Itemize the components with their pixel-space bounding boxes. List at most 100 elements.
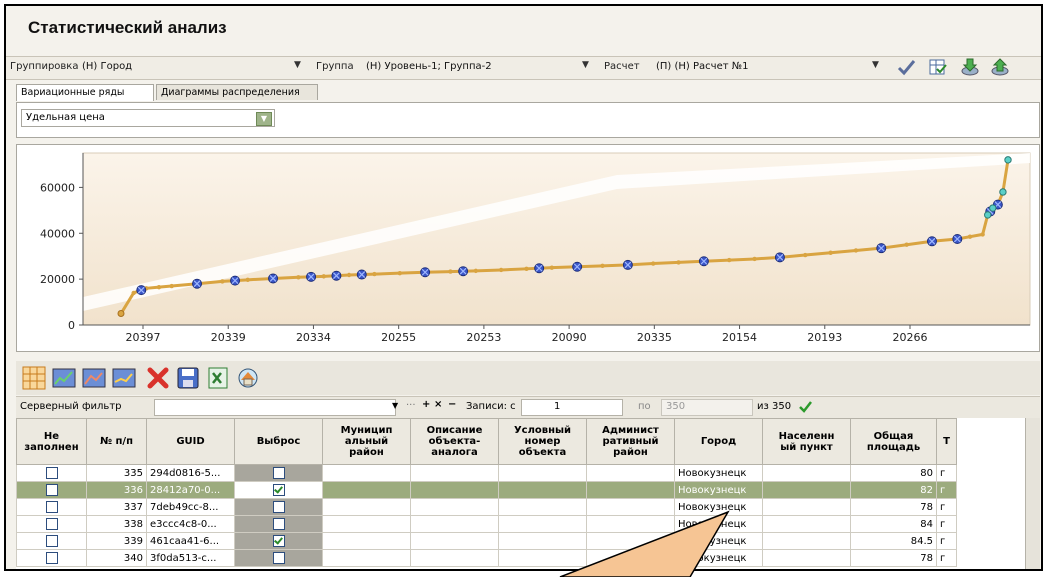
table-cell[interactable] bbox=[234, 532, 323, 550]
col-analog-description-header[interactable]: Описание объекта-аналога bbox=[410, 418, 499, 465]
table-cell[interactable] bbox=[586, 532, 675, 550]
row-t[interactable]: г bbox=[936, 549, 957, 567]
table-cell[interactable] bbox=[762, 464, 851, 482]
col-number-header[interactable]: № п/п bbox=[86, 418, 147, 465]
table-view-icon[interactable] bbox=[22, 366, 46, 390]
table-cell[interactable] bbox=[498, 515, 587, 533]
outlier-checkbox[interactable] bbox=[272, 535, 285, 547]
map-view-icon[interactable] bbox=[236, 366, 260, 390]
table-cell[interactable] bbox=[586, 498, 675, 516]
row-number[interactable]: 338 bbox=[86, 515, 147, 533]
table-cell[interactable] bbox=[586, 549, 675, 567]
outlier-checkbox[interactable] bbox=[272, 518, 285, 530]
col-outlier-header[interactable]: Выброс bbox=[234, 418, 323, 465]
table-cell[interactable] bbox=[16, 464, 87, 482]
row-city[interactable]: Новокузнецк bbox=[674, 515, 763, 533]
table-cell[interactable] bbox=[234, 515, 323, 533]
outlier-checkbox[interactable] bbox=[272, 552, 285, 564]
row-number[interactable]: 335 bbox=[86, 464, 147, 482]
row-t[interactable]: г bbox=[936, 532, 957, 550]
row-number[interactable]: 339 bbox=[86, 532, 147, 550]
table-cell[interactable] bbox=[498, 498, 587, 516]
row-area[interactable]: 84.5 bbox=[850, 532, 937, 550]
row-guid[interactable]: 28412a70-0... bbox=[146, 481, 235, 499]
records-apply-check-icon[interactable] bbox=[798, 399, 812, 413]
not-filled-checkbox[interactable] bbox=[45, 484, 58, 496]
group-dropdown-icon[interactable]: ▼ bbox=[582, 60, 589, 70]
grouping-dropdown-icon[interactable]: ▼ bbox=[294, 60, 301, 70]
table-cell[interactable] bbox=[16, 515, 87, 533]
filter-minus-icon[interactable]: − bbox=[448, 399, 456, 410]
table-cell[interactable] bbox=[498, 549, 587, 567]
row-number[interactable]: 336 bbox=[86, 481, 147, 499]
filter-add-icon[interactable]: + bbox=[422, 399, 430, 410]
row-city[interactable]: Новокузнецк bbox=[674, 464, 763, 482]
row-area[interactable]: 82 bbox=[850, 481, 937, 499]
not-filled-checkbox[interactable] bbox=[45, 501, 58, 513]
filter-remove-icon[interactable]: × bbox=[434, 399, 442, 410]
table-cell[interactable] bbox=[410, 498, 499, 516]
calc-select[interactable]: (П) (Н) Расчет №1 bbox=[656, 61, 749, 72]
row-city[interactable]: Новокузнецк bbox=[674, 481, 763, 499]
filter-more-icon[interactable]: ··· bbox=[406, 400, 416, 411]
row-city[interactable]: Новокузнецк bbox=[674, 532, 763, 550]
tab-variation-series[interactable]: Вариационные ряды bbox=[16, 84, 154, 101]
table-row[interactable]: 335 294d0816-5... Новокузнецк 80 г bbox=[16, 464, 957, 482]
table-cell[interactable] bbox=[234, 498, 323, 516]
grouping-select[interactable]: (Н) Город bbox=[82, 61, 132, 72]
group-select[interactable]: (Н) Уровень-1; Группа-2 bbox=[366, 61, 492, 72]
table-cell[interactable] bbox=[322, 515, 411, 533]
table-cell[interactable] bbox=[322, 549, 411, 567]
row-t[interactable]: г bbox=[936, 481, 957, 499]
download-icon[interactable] bbox=[960, 57, 980, 77]
outlier-checkbox[interactable] bbox=[272, 501, 285, 513]
records-to-input[interactable]: 350 bbox=[661, 399, 753, 416]
table-cell[interactable] bbox=[498, 464, 587, 482]
table-row[interactable]: 337 7deb49cc-8... Новокузнецк 78 г bbox=[16, 498, 957, 516]
table-row[interactable]: 336 28412a70-0... Новокузнецк 82 г bbox=[16, 481, 957, 499]
table-cell[interactable] bbox=[586, 481, 675, 499]
table-cell[interactable] bbox=[762, 481, 851, 499]
table-row[interactable]: 339 461caa41-6... Новокузнецк 84.5 г bbox=[16, 532, 957, 550]
table-cell[interactable] bbox=[586, 464, 675, 482]
save-icon[interactable] bbox=[176, 366, 200, 390]
table-cell[interactable] bbox=[410, 532, 499, 550]
col-city-header[interactable]: Город bbox=[674, 418, 763, 465]
table-cell[interactable] bbox=[234, 549, 323, 567]
table-cell[interactable] bbox=[322, 481, 411, 499]
delete-icon[interactable] bbox=[146, 366, 170, 390]
table-check-icon[interactable] bbox=[928, 57, 948, 77]
table-cell[interactable] bbox=[322, 532, 411, 550]
server-filter-dropdown-icon[interactable]: ▼ bbox=[392, 401, 398, 410]
outlier-checkbox[interactable] bbox=[272, 484, 285, 496]
excel-export-icon[interactable] bbox=[206, 366, 230, 390]
row-t[interactable]: г bbox=[936, 498, 957, 516]
col-object-number-header[interactable]: Условный номер объекта bbox=[498, 418, 587, 465]
table-row[interactable]: 340 3f0da513-c... Новокузнецк 78 г bbox=[16, 549, 957, 567]
chart-view-icon[interactable] bbox=[52, 366, 76, 390]
row-area[interactable]: 78 bbox=[850, 498, 937, 516]
table-cell[interactable] bbox=[16, 532, 87, 550]
table-cell[interactable] bbox=[322, 464, 411, 482]
not-filled-checkbox[interactable] bbox=[45, 518, 58, 530]
table-cell[interactable] bbox=[762, 498, 851, 516]
row-city[interactable]: Новокузнецк bbox=[674, 549, 763, 567]
chart-view-2-icon[interactable] bbox=[82, 366, 106, 390]
col-t-header[interactable]: Т bbox=[936, 418, 957, 465]
table-cell[interactable] bbox=[16, 498, 87, 516]
table-cell[interactable] bbox=[410, 464, 499, 482]
row-area[interactable]: 78 bbox=[850, 549, 937, 567]
row-number[interactable]: 337 bbox=[86, 498, 147, 516]
table-cell[interactable] bbox=[586, 515, 675, 533]
row-t[interactable]: г bbox=[936, 464, 957, 482]
table-row[interactable]: 338 e3ccc4c8-0... Новокузнецк 84 г bbox=[16, 515, 957, 533]
records-from-input[interactable]: 1 bbox=[521, 399, 623, 416]
row-number[interactable]: 340 bbox=[86, 549, 147, 567]
tab-distribution-charts[interactable]: Диаграммы распределения bbox=[156, 84, 318, 100]
not-filled-checkbox[interactable] bbox=[45, 535, 58, 547]
upload-icon[interactable] bbox=[990, 57, 1010, 77]
table-cell[interactable] bbox=[234, 464, 323, 482]
col-settlement-header[interactable]: Населенн ый пункт bbox=[762, 418, 851, 465]
outlier-checkbox[interactable] bbox=[272, 467, 285, 479]
col-admin-district-header[interactable]: Админист ративный район bbox=[586, 418, 675, 465]
